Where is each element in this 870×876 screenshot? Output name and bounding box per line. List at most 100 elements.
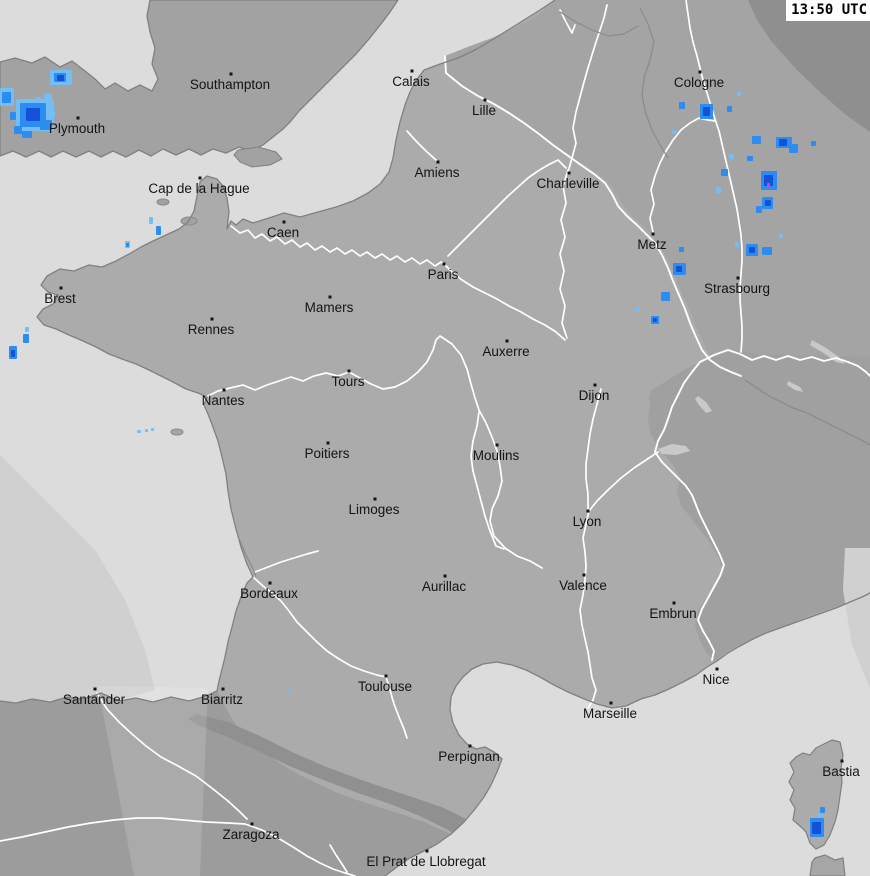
precip-cell [288,689,292,692]
city-dot [373,497,377,501]
city-label: Biarritz [201,692,243,707]
city-label: Embrun [649,606,696,621]
city-label: Cologne [674,75,724,90]
precip-cell [756,206,762,213]
city-dot [483,98,487,102]
precip-cell [812,822,821,834]
precip-cell [47,110,55,118]
city-label: Tours [331,374,364,389]
city-label: Toulouse [358,679,412,694]
city-label: Southampton [190,77,270,92]
city-label: Bordeaux [240,586,298,601]
precip-cell [811,141,816,146]
precip-cell [727,106,732,112]
precip-cell [789,144,798,153]
precip-cell [57,75,64,81]
precip-cell [735,242,739,247]
city-dot [229,72,233,76]
city-label: Auxerre [482,344,529,359]
city-dot [736,276,740,280]
city-dot [326,441,330,445]
belle-ile-island [170,428,184,436]
precip-cell [126,243,129,247]
precip-cell [767,183,770,187]
city-label: El Prat de Llobregat [366,854,486,869]
precip-cell [151,428,154,431]
city-label: Zaragoza [222,827,280,842]
city-label: Brest [44,291,76,306]
city-dot [840,759,844,763]
city-label: Limoges [348,502,399,517]
city-dot [76,116,80,120]
city-label: Plymouth [49,121,105,136]
city-dot [582,573,586,577]
city-dot [198,176,202,180]
precip-cell [11,350,15,357]
city-dot [436,160,440,164]
city-dot [268,581,272,585]
radar-map: Southampton Plymouth Calais Lille Cologne Ami… [0,0,870,876]
city-dot [443,574,447,578]
city-dot [442,262,446,266]
city-label: Poitiers [304,446,349,461]
city-dot [328,295,332,299]
weather-radar-map-svg: Southampton Plymouth Calais Lille Cologne Ami… [0,0,870,876]
city-label: Mamers [305,300,354,315]
city-label: Moulins [473,448,520,463]
precip-cell [729,154,734,159]
city-label: Santander [63,692,126,707]
city-label: Nantes [202,393,245,408]
precip-cell [44,93,52,99]
city-dot [210,317,214,321]
city-dot [567,171,571,175]
city-label: Charleville [536,176,599,191]
city-label: Calais [392,74,430,89]
precip-cell [14,126,22,134]
city-label: Caen [267,225,299,240]
city-dot [425,849,429,853]
city-dot [347,369,351,373]
city-label: Metz [637,237,667,252]
city-dot [221,687,225,691]
city-dot [651,232,655,236]
precip-cell [779,139,787,146]
city-dot [698,70,702,74]
precip-cell [749,247,755,253]
city-label: Aurillac [422,579,467,594]
precip-cell [716,187,721,193]
precip-cell [752,136,761,144]
precip-cell [145,429,148,432]
city-dot [609,701,613,705]
precip-cell [653,318,657,322]
precip-cell [676,266,682,272]
city-dot [93,687,97,691]
city-dot [59,286,63,290]
precip-cell [137,430,141,433]
precip-cell [23,334,29,343]
city-dot [222,388,226,392]
city-label: Amiens [414,165,459,180]
city-dot [715,667,719,671]
precip-cell [679,102,685,109]
precip-cell [817,814,821,818]
city-dot [672,601,676,605]
channel-island-guernsey [156,198,170,206]
city-label: Lyon [573,514,602,529]
city-dot [282,220,286,224]
precip-cell [156,226,161,235]
precip-cell [149,217,153,224]
precip-cell [661,292,670,301]
city-label: Lille [472,103,496,118]
precip-cell [703,107,710,116]
city-label: Dijon [579,388,610,403]
city-dot [410,69,414,73]
city-dot [495,443,499,447]
city-label: Cap de la Hague [148,181,249,196]
city-dot [384,674,388,678]
precip-cell [762,247,772,255]
city-label: Valence [559,578,607,593]
precip-cell [2,92,11,103]
precip-cell [22,131,32,138]
city-dot [586,509,590,513]
city-label: Strasbourg [704,281,770,296]
